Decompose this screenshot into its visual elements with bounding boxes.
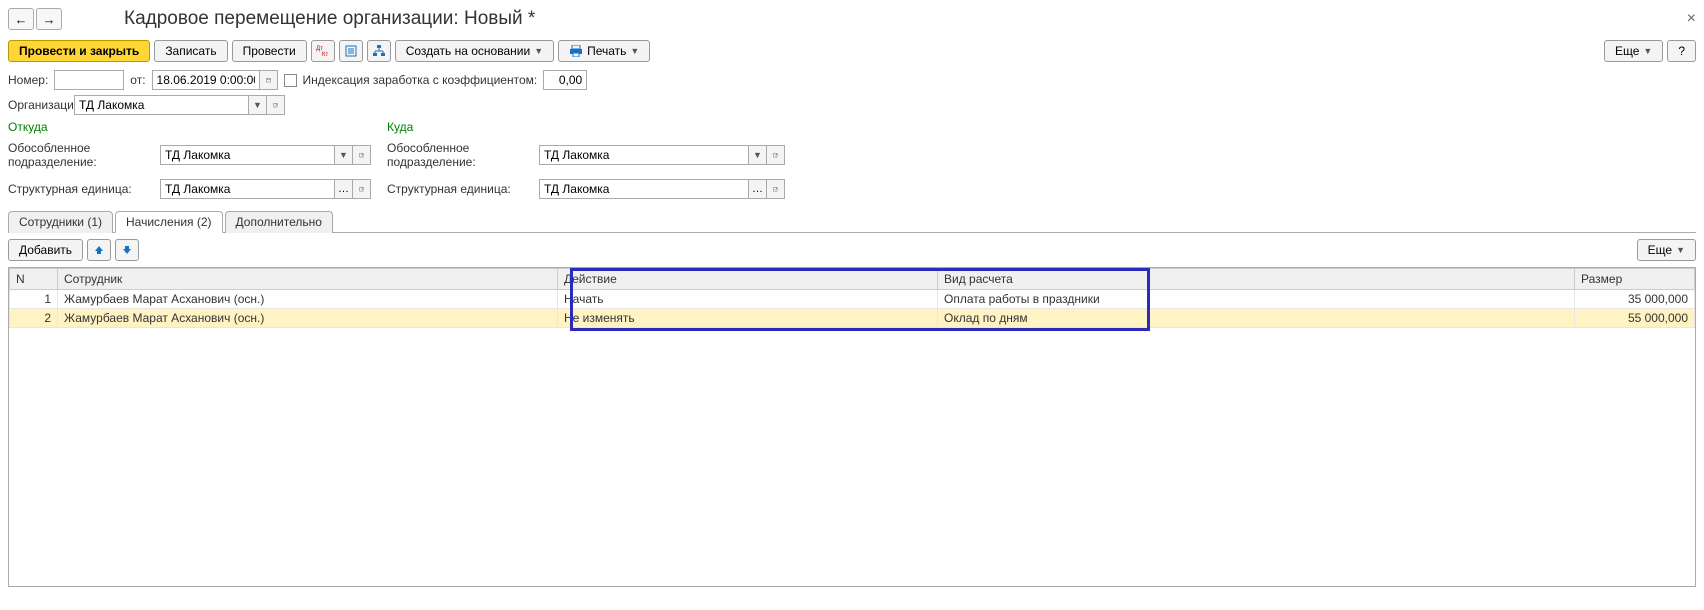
col-n[interactable]: N bbox=[10, 269, 58, 290]
table-row[interactable]: 1 Жамурбаев Марат Асханович (осн.) Начат… bbox=[10, 290, 1695, 309]
save-button[interactable]: Записать bbox=[154, 40, 227, 62]
chevron-down-icon: ▼ bbox=[1643, 46, 1652, 56]
create-based-on-button[interactable]: Создать на основании ▼ bbox=[395, 40, 554, 62]
tab-accruals[interactable]: Начисления (2) bbox=[115, 211, 223, 233]
open-external-icon[interactable] bbox=[267, 95, 285, 115]
print-button[interactable]: Печать ▼ bbox=[558, 40, 650, 62]
col-calc-type[interactable]: Вид расчета bbox=[938, 269, 1575, 290]
col-employee[interactable]: Сотрудник bbox=[58, 269, 558, 290]
arrow-up-icon bbox=[93, 244, 105, 256]
open-external-icon[interactable] bbox=[767, 145, 785, 165]
to-section-header: Куда bbox=[387, 120, 785, 134]
indexation-label: Индексация заработка с коэффициентом: bbox=[303, 73, 538, 87]
col-size[interactable]: Размер bbox=[1575, 269, 1695, 290]
tab-extra[interactable]: Дополнительно bbox=[225, 211, 333, 233]
post-button[interactable]: Провести bbox=[232, 40, 307, 62]
back-button[interactable]: ← bbox=[8, 8, 34, 30]
page-title: Кадровое перемещение организации: Новый … bbox=[124, 8, 535, 30]
org-input[interactable] bbox=[74, 95, 249, 115]
dropdown-button[interactable]: ▼ bbox=[749, 145, 767, 165]
col-action[interactable]: Действие bbox=[558, 269, 938, 290]
dropdown-button[interactable]: ▼ bbox=[335, 145, 353, 165]
accruals-grid[interactable]: N Сотрудник Действие Вид расчета Размер … bbox=[8, 267, 1696, 587]
more-button[interactable]: Еще ▼ bbox=[1604, 40, 1663, 62]
date-input[interactable] bbox=[152, 70, 260, 90]
dropdown-button[interactable]: ▼ bbox=[249, 95, 267, 115]
ellipsis-button[interactable]: … bbox=[749, 179, 767, 199]
from-unit-input[interactable] bbox=[160, 179, 335, 199]
open-external-icon[interactable] bbox=[353, 145, 371, 165]
to-unit-input[interactable] bbox=[539, 179, 749, 199]
from-sep-input[interactable] bbox=[160, 145, 335, 165]
to-sep-input[interactable] bbox=[539, 145, 749, 165]
post-and-close-button[interactable]: Провести и закрыть bbox=[8, 40, 150, 62]
chevron-down-icon: ▼ bbox=[534, 46, 543, 56]
add-button[interactable]: Добавить bbox=[8, 239, 83, 261]
grid-more-button[interactable]: Еще ▼ bbox=[1637, 239, 1696, 261]
open-external-icon[interactable] bbox=[353, 179, 371, 199]
from-date-label: от: bbox=[130, 73, 145, 87]
tab-employees[interactable]: Сотрудники (1) bbox=[8, 211, 113, 233]
move-down-button[interactable] bbox=[115, 239, 139, 261]
list-icon[interactable] bbox=[339, 40, 363, 62]
svg-text:Кт: Кт bbox=[322, 52, 328, 58]
indexation-checkbox[interactable] bbox=[284, 74, 297, 87]
chevron-down-icon: ▼ bbox=[1676, 245, 1685, 255]
printer-icon bbox=[569, 45, 583, 57]
indexation-input[interactable] bbox=[543, 70, 587, 90]
move-up-button[interactable] bbox=[87, 239, 111, 261]
number-label: Номер: bbox=[8, 73, 48, 87]
table-row[interactable]: 2 Жамурбаев Марат Асханович (осн.) Не из… bbox=[10, 309, 1695, 328]
open-external-icon[interactable] bbox=[767, 179, 785, 199]
ellipsis-button[interactable]: … bbox=[335, 179, 353, 199]
from-sep-label: Обособленное подразделение: bbox=[8, 141, 154, 169]
arrow-down-icon bbox=[121, 244, 133, 256]
structure-icon[interactable] bbox=[367, 40, 391, 62]
help-button[interactable]: ? bbox=[1667, 40, 1696, 62]
close-icon[interactable]: × bbox=[1687, 10, 1696, 28]
from-unit-label: Структурная единица: bbox=[8, 182, 154, 196]
forward-button[interactable]: → bbox=[36, 8, 62, 30]
dt-kt-icon[interactable]: ДтКт bbox=[311, 40, 335, 62]
calendar-icon[interactable] bbox=[260, 70, 278, 90]
number-input[interactable] bbox=[54, 70, 124, 90]
to-sep-label: Обособленное подразделение: bbox=[387, 141, 533, 169]
to-unit-label: Структурная единица: bbox=[387, 182, 533, 196]
org-label: Организация: bbox=[8, 98, 68, 112]
from-section-header: Откуда bbox=[8, 120, 371, 134]
chevron-down-icon: ▼ bbox=[630, 46, 639, 56]
